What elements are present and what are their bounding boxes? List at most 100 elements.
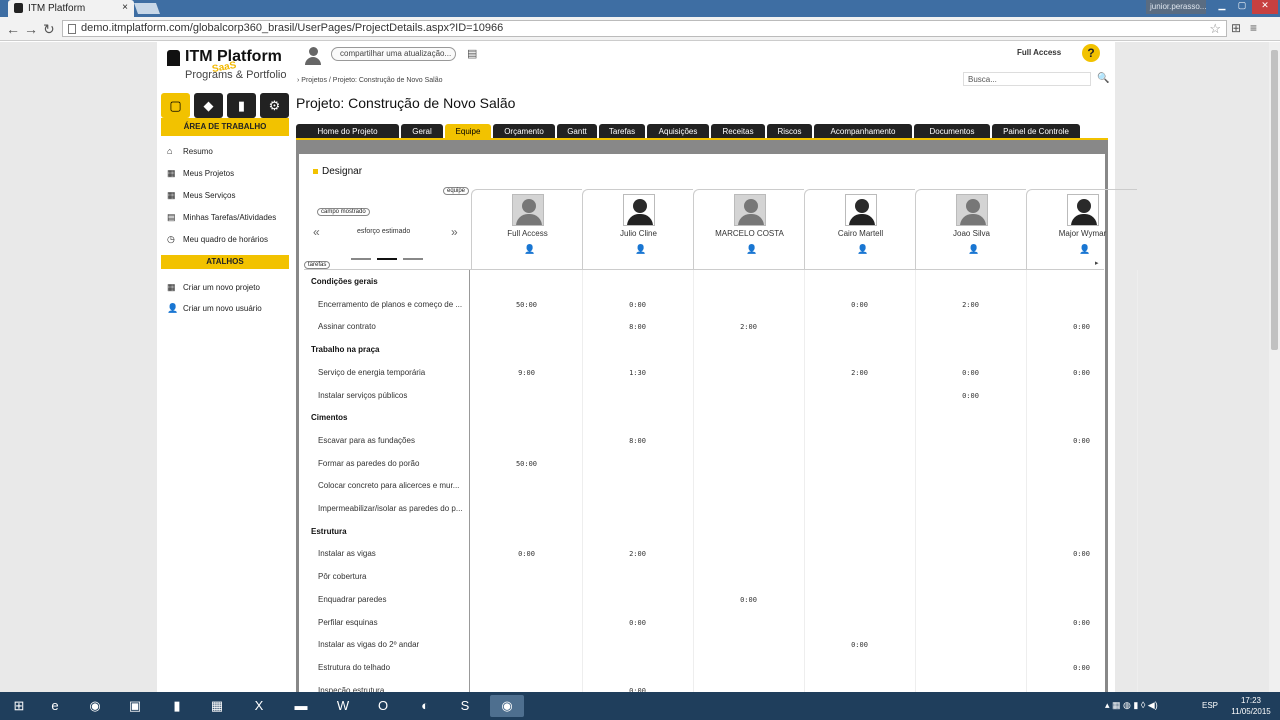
assignment-cell[interactable]: 0:00	[1026, 323, 1137, 331]
assignment-cell[interactable]: 0:00	[471, 550, 582, 558]
task-row[interactable]: Enquadrar paredes	[318, 595, 468, 604]
assignment-cell[interactable]: 2:00	[582, 550, 693, 558]
assignment-cell[interactable]: 0:00	[582, 619, 693, 627]
calculator-icon[interactable]: ▦	[200, 695, 234, 717]
logo[interactable]: ITM Platform SaaS Programs & Portfolio	[167, 48, 287, 88]
assignment-cell[interactable]: 0:00	[1026, 619, 1137, 627]
back-icon[interactable]: ←	[6, 21, 20, 37]
task-row[interactable]: Impermeabilizar/isolar as paredes do p..…	[318, 504, 468, 513]
assignment-cell[interactable]: 0:00	[1026, 550, 1137, 558]
excel-icon[interactable]: X	[242, 695, 276, 717]
paint-icon[interactable]: ▣	[118, 695, 152, 717]
assignment-cell[interactable]: 2:00	[915, 301, 1026, 309]
assignment-cell[interactable]: 9:00	[471, 369, 582, 377]
app-icon[interactable]: ▮	[160, 695, 194, 717]
task-row[interactable]: Instalar as vigas do 2º andar	[318, 640, 468, 649]
search-input[interactable]: Busca...	[963, 72, 1091, 86]
assignment-cell[interactable]: 0:00	[1026, 437, 1137, 445]
full-access-menu[interactable]: Full Access	[1017, 48, 1061, 57]
next-field-button[interactable]: »	[451, 225, 458, 239]
task-row[interactable]: Escavar para as fundações	[318, 436, 468, 445]
task-row[interactable]: Encerramento de planos e começo de ...	[318, 300, 468, 309]
assignment-cell[interactable]: 0:00	[804, 641, 915, 649]
task-row[interactable]: Assinar contrato	[318, 322, 468, 331]
page-scrollbar[interactable]	[1269, 42, 1280, 692]
tab-acompanhamento[interactable]: Acompanhamento	[814, 124, 912, 139]
task-row[interactable]: Instalar serviços públicos	[318, 391, 468, 400]
tab-gantt[interactable]: Gantt	[557, 124, 597, 139]
reload-icon[interactable]: ↻	[43, 21, 55, 38]
assignment-cell[interactable]: 0:00	[1026, 369, 1137, 377]
assignment-cell[interactable]: 1:30	[582, 369, 693, 377]
search-icon[interactable]: 🔍	[1097, 73, 1109, 84]
assign-person-icon[interactable]: 👤	[968, 244, 979, 255]
browser-tab[interactable]: ITM Platform ×	[8, 0, 134, 17]
task-row[interactable]: Formar as paredes do porão	[318, 459, 468, 468]
assignment-cell[interactable]: 2:00	[804, 369, 915, 377]
minimize-icon[interactable]: ▁	[1212, 0, 1232, 14]
assignment-cell[interactable]: 0:00	[915, 369, 1026, 377]
messages-icon[interactable]: ▤	[467, 47, 477, 60]
workspace-icon[interactable]: ▢	[161, 93, 190, 118]
tab-riscos[interactable]: Riscos	[767, 124, 812, 139]
menu-icon[interactable]: ≡	[1250, 21, 1257, 35]
forward-icon[interactable]: →	[24, 21, 38, 37]
tab-aquisi-es[interactable]: Aquisições	[647, 124, 709, 139]
tab-documentos[interactable]: Documentos	[914, 124, 990, 139]
help-button[interactable]: ?	[1082, 44, 1100, 62]
assignment-cell[interactable]: 0:00	[915, 392, 1026, 400]
sidebar-item-services[interactable]: ▦ Meus Serviços	[167, 190, 235, 201]
assign-person-icon[interactable]: 👤	[1079, 244, 1090, 255]
shortcut-new-user[interactable]: 👤 Criar um novo usuário	[167, 303, 262, 314]
clipboard-icon[interactable]: ▮	[227, 93, 256, 118]
assignment-cell[interactable]: 2:00	[693, 323, 804, 331]
assignment-cell[interactable]: 8:00	[582, 437, 693, 445]
word-icon[interactable]: W	[326, 695, 360, 717]
assign-person-icon[interactable]: 👤	[746, 244, 757, 255]
close-window-icon[interactable]: ✕	[1252, 0, 1278, 14]
shortcut-new-project[interactable]: ▦ Criar um novo projeto	[167, 282, 260, 293]
sidebar-item-resumo[interactable]: ⌂ Resumo	[167, 146, 213, 156]
ie-icon[interactable]: e	[38, 695, 72, 717]
task-row[interactable]: Serviço de energia temporária	[318, 368, 468, 377]
assignment-cell[interactable]: 50:00	[471, 460, 582, 468]
clock[interactable]: 17:23 11/05/2015	[1225, 695, 1277, 717]
browser-user-chip[interactable]: junior.perasso...	[1146, 0, 1206, 14]
assignment-cell[interactable]: 50:00	[471, 301, 582, 309]
assign-person-icon[interactable]: 👤	[857, 244, 868, 255]
tab-home-do-projeto[interactable]: Home do Projeto	[296, 124, 399, 139]
assign-person-icon[interactable]: 👤	[635, 244, 646, 255]
field-shown-button[interactable]: campo mostrado	[317, 208, 370, 216]
tab-receitas[interactable]: Receitas	[711, 124, 765, 139]
tab-tarefas[interactable]: Tarefas	[599, 124, 645, 139]
chrome-taskbar-icon[interactable]: ◉	[78, 695, 112, 717]
maximize-icon[interactable]: ▢	[1232, 0, 1252, 14]
task-row[interactable]: Instalar as vigas	[318, 549, 468, 558]
firefox-icon[interactable]: ◐	[408, 695, 442, 717]
tab-geral[interactable]: Geral	[401, 124, 443, 139]
assignment-cell[interactable]: 0:00	[804, 301, 915, 309]
new-tab-button[interactable]	[133, 3, 161, 14]
skype-icon[interactable]: S	[448, 695, 482, 717]
tab-or-amento[interactable]: Orçamento	[493, 124, 555, 139]
breadcrumb[interactable]: › Projetos / Projeto: Construção de Novo…	[297, 77, 443, 84]
tab-equipe[interactable]: Equipe	[445, 124, 491, 139]
assign-person-icon[interactable]: 👤	[524, 244, 535, 255]
share-update-input[interactable]: compartilhar uma atualização...	[331, 47, 456, 61]
sidebar-item-timesheet[interactable]: ◷ Meu quadro de horários	[167, 234, 268, 245]
tab-painel-de-controle[interactable]: Painel de Controle	[992, 124, 1080, 139]
scrollbar-thumb[interactable]	[1271, 50, 1278, 350]
assignment-cell[interactable]: 0:00	[582, 301, 693, 309]
portfolio-icon[interactable]: ◆	[194, 93, 223, 118]
user-avatar-icon[interactable]	[305, 47, 321, 65]
language-indicator[interactable]: ESP	[1202, 701, 1218, 710]
windows-start-icon[interactable]: ⊞	[2, 695, 36, 717]
task-row[interactable]: Perfilar esquinas	[318, 618, 468, 627]
sidebar-item-projects[interactable]: ▦ Meus Projetos	[167, 168, 234, 179]
outlook-icon[interactable]: O	[366, 695, 400, 717]
settings-icon[interactable]: ⚙	[260, 93, 289, 118]
folder-icon[interactable]: ▬	[284, 695, 318, 717]
bookmark-star-icon[interactable]: ☆	[1209, 21, 1221, 37]
system-tray-icons[interactable]: ▴ ▦ ◍ ▮ ◊ ◀)	[1105, 700, 1158, 711]
tab-close-icon[interactable]: ×	[122, 2, 128, 13]
